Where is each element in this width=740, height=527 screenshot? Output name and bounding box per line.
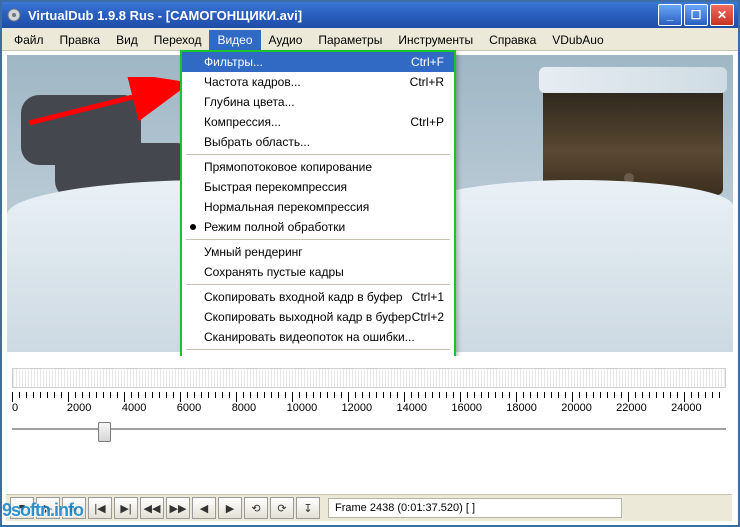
play-in-icon[interactable]: ▶ <box>36 497 60 519</box>
position-slider[interactable] <box>12 420 726 438</box>
menu-vdubauo[interactable]: VDubAuo <box>544 30 611 50</box>
menu-файл[interactable]: Файл <box>6 30 52 50</box>
prev-key-icon[interactable]: |◀ <box>88 497 112 519</box>
ruler-label: 0 <box>12 402 67 414</box>
ruler-label: 18000 <box>506 402 561 414</box>
menu-справка[interactable]: Справка <box>481 30 544 50</box>
menu-item-shortcut: Ctrl+2 <box>412 310 444 324</box>
menu-item[interactable]: Сканировать видеопоток на ошибки... <box>182 327 454 347</box>
ruler-label: 4000 <box>122 402 177 414</box>
menu-item[interactable]: Скопировать выходной кадр в буферCtrl+2 <box>182 307 454 327</box>
play-out-icon[interactable]: ▶ <box>62 497 86 519</box>
slider-thumb[interactable] <box>98 422 111 442</box>
menu-вид[interactable]: Вид <box>108 30 146 50</box>
window-controls: _ ☐ ✕ <box>658 4 734 26</box>
menu-item-label: Нормальная перекомпрессия <box>204 200 369 214</box>
menu-item[interactable]: Прямопотоковое копирование <box>182 157 454 177</box>
menu-item[interactable]: Нормальная перекомпрессия <box>182 197 454 217</box>
minimize-button[interactable]: _ <box>658 4 682 26</box>
menu-item-label: Компрессия... <box>204 115 281 129</box>
ruler-label: 10000 <box>287 402 342 414</box>
ruler-label: 14000 <box>396 402 451 414</box>
menu-item[interactable]: Скопировать входной кадр в буфер Ctrl+1 <box>182 287 454 307</box>
menu-инструменты[interactable]: Инструменты <box>390 30 481 50</box>
menu-параметры[interactable]: Параметры <box>310 30 390 50</box>
menu-item-shortcut: Ctrl+F <box>411 55 444 69</box>
timeline-area: 0200040006000800010000120001400016000180… <box>6 356 732 442</box>
ruler-label: 12000 <box>342 402 397 414</box>
window-title: VirtualDub 1.9.8 Rus - [САМОГОНЩИКИ.avi] <box>28 8 302 23</box>
menu-item-label: Глубина цвета... <box>204 95 295 109</box>
video-menu-dropdown: Фильтры... Ctrl+F Частота кадров... Ctrl+R Г… <box>180 50 456 374</box>
ruler-label: 22000 <box>616 402 671 414</box>
menu-видео[interactable]: Видео <box>209 30 260 50</box>
menu-item[interactable]: Быстрая перекомпрессия <box>182 177 454 197</box>
skip-fwd-icon[interactable]: ⟳ <box>270 497 294 519</box>
menu-аудио[interactable]: Аудио <box>261 30 311 50</box>
mark-out-icon[interactable]: ▶ <box>218 497 242 519</box>
menu-item-label: Сохранять пустые кадры <box>204 265 344 279</box>
menu-item-shortcut: Ctrl+1 <box>412 290 444 304</box>
step-back-icon[interactable]: ◀◀ <box>140 497 164 519</box>
ruler-label: 16000 <box>451 402 506 414</box>
maximize-button[interactable]: ☐ <box>684 4 708 26</box>
menu-переход[interactable]: Переход <box>146 30 210 50</box>
mark-in-icon[interactable]: ◀ <box>192 497 216 519</box>
ruler-label: 6000 <box>177 402 232 414</box>
menu-правка[interactable]: Правка <box>52 30 109 50</box>
menu-item[interactable]: Режим полной обработки <box>182 217 454 237</box>
menu-item[interactable]: Выбрать область... <box>182 132 454 152</box>
titlebar[interactable]: VirtualDub 1.9.8 Rus - [САМОГОНЩИКИ.avi]… <box>2 2 738 28</box>
skip-back-icon[interactable]: ⟲ <box>244 497 268 519</box>
menu-item[interactable]: Сохранять пустые кадры <box>182 262 454 282</box>
ruler-label: 2000 <box>67 402 122 414</box>
app-icon <box>6 7 22 23</box>
menu-item-label: Выбрать область... <box>204 135 310 149</box>
menu-item-label: Умный рендеринг <box>204 245 303 259</box>
menu-item-label: Фильтры... <box>204 55 263 69</box>
menu-item-label: Быстрая перекомпрессия <box>204 180 347 194</box>
ruler-label: 8000 <box>232 402 287 414</box>
close-button[interactable]: ✕ <box>710 4 734 26</box>
ruler-label: 24000 <box>671 402 726 414</box>
filmstrip-track[interactable] <box>12 368 726 388</box>
menu-item-label: Скопировать выходной кадр в буфер <box>204 310 411 324</box>
menu-item[interactable]: Глубина цвета... <box>182 92 454 112</box>
menu-item-shortcut: Ctrl+P <box>410 115 444 129</box>
menu-item[interactable]: Частота кадров... Ctrl+R <box>182 72 454 92</box>
menu-item-label: Скопировать входной кадр в буфер <box>204 290 403 304</box>
menubar: ФайлПравкаВидПереходВидеоАудиоПараметрыИ… <box>2 28 738 51</box>
menu-item[interactable]: Фильтры... Ctrl+F <box>182 52 454 72</box>
menu-item-shortcut: Ctrl+R <box>410 75 444 89</box>
step-fwd-icon[interactable]: ▶▶ <box>166 497 190 519</box>
menu-item[interactable]: Компрессия... Ctrl+P <box>182 112 454 132</box>
menu-item-label: Частота кадров... <box>204 75 301 89</box>
status-field: Frame 2438 (0:01:37.520) [ ] <box>328 498 622 518</box>
transport-toolbar: ■▶▶|◀▶|◀◀▶▶◀▶⟲⟳↧Frame 2438 (0:01:37.520)… <box>6 494 732 521</box>
app-window: VirtualDub 1.9.8 Rus - [САМОГОНЩИКИ.avi]… <box>0 0 740 527</box>
ruler-label: 20000 <box>561 402 616 414</box>
menu-item-label: Режим полной обработки <box>204 220 345 234</box>
next-key-icon[interactable]: ▶| <box>114 497 138 519</box>
stop-icon[interactable]: ■ <box>10 497 34 519</box>
menu-item[interactable]: Умный рендеринг <box>182 242 454 262</box>
menu-item-label: Прямопотоковое копирование <box>204 160 372 174</box>
menu-item-label: Сканировать видеопоток на ошибки... <box>204 330 415 344</box>
goto-icon[interactable]: ↧ <box>296 497 320 519</box>
frame-ruler: 0200040006000800010000120001400016000180… <box>12 392 726 418</box>
